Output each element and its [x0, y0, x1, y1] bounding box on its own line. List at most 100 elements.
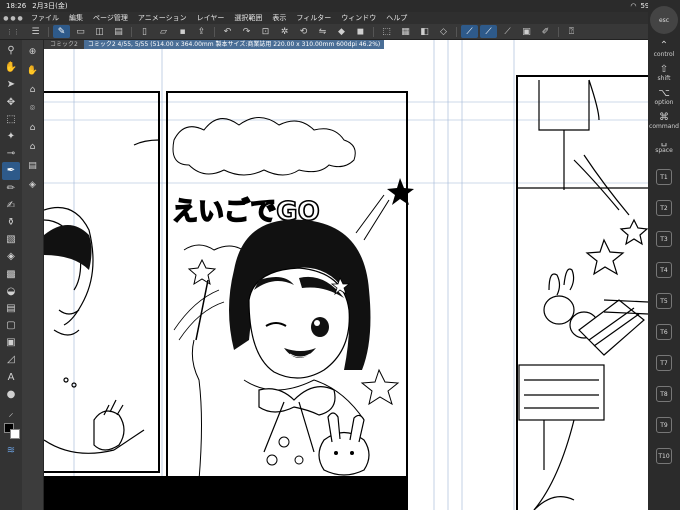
custom-button-t1[interactable]: T1	[656, 169, 672, 185]
divider	[456, 26, 457, 37]
subtool-zoom-icon[interactable]: ⊕	[24, 42, 42, 61]
menu-list-icon[interactable]: ☰	[27, 25, 44, 38]
sub-color-swatch[interactable]	[10, 429, 20, 440]
deselect-icon[interactable]: ▦	[397, 25, 414, 38]
command-icon: ⌘	[659, 112, 669, 123]
page-view-button[interactable]: ▭	[72, 25, 89, 38]
figure-icon[interactable]: ▢	[2, 317, 20, 334]
menu-window[interactable]: ウィンドウ	[336, 13, 381, 23]
pencil-icon[interactable]: ✏	[2, 180, 20, 197]
shift-key[interactable]: ⇧ shift	[650, 64, 678, 82]
snap-grid-icon[interactable]: ⟋	[499, 25, 516, 38]
custom-button-t9[interactable]: T9	[656, 417, 672, 433]
custom-button-t4[interactable]: T4	[656, 262, 672, 278]
esc-label: esc	[658, 16, 670, 24]
open-file-icon[interactable]: ▱	[155, 25, 172, 38]
selection-icon[interactable]: ⬚	[2, 111, 20, 128]
gradient-icon[interactable]: ▤	[2, 300, 20, 317]
custom-button-t5[interactable]: T5	[656, 293, 672, 309]
ruler-tool-icon[interactable]: ◿	[2, 351, 20, 368]
menu-edit[interactable]: 編集	[64, 13, 88, 23]
command-bar: ⋮⋮ ☰ ✎ ▭ ◫ ▤ ▯ ▱ ▪ ⇪ ↶ ↷ ⊡ ✲ ⟲ ⇋ ◆ ◼ ⬚ ▦…	[0, 24, 648, 40]
menu-filter[interactable]: フィルター	[291, 13, 336, 23]
correct-line-icon[interactable]: ⸝	[2, 403, 20, 420]
esc-key[interactable]: esc	[650, 6, 678, 34]
blend-icon[interactable]: ▩	[2, 265, 20, 282]
airbrush-icon[interactable]: ⚱	[2, 214, 20, 231]
clear-icon[interactable]: ◆	[333, 25, 350, 38]
document-tab-name[interactable]: コミック2	[44, 40, 84, 49]
custom-button-t6[interactable]: T6	[656, 324, 672, 340]
stroke-icon[interactable]: ≋	[2, 442, 20, 459]
menu-layer[interactable]: レイヤー	[192, 13, 230, 23]
reference-icon[interactable]: ▣	[518, 25, 535, 38]
color-chips[interactable]	[2, 422, 20, 442]
subtool-drop-icon[interactable]: ⌾	[24, 99, 42, 118]
subtool-house3-icon[interactable]: ⌂	[24, 137, 42, 156]
balloon-icon[interactable]: ●	[2, 386, 20, 403]
filmstrip-button[interactable]: ▤	[110, 25, 127, 38]
custom-button-t3[interactable]: T3	[656, 231, 672, 247]
pen-tool-button[interactable]: ✎	[53, 25, 70, 38]
hand-icon[interactable]: ✋	[2, 59, 20, 76]
menu-help[interactable]: ヘルプ	[381, 13, 412, 23]
settings-icon[interactable]: ✲	[276, 25, 293, 38]
snap-special-ruler-icon[interactable]: ⟋	[480, 25, 497, 38]
new-file-icon[interactable]: ▯	[136, 25, 153, 38]
divider	[558, 26, 559, 37]
transform-icon[interactable]: ⊡	[257, 25, 274, 38]
invert-selection-icon[interactable]: ◧	[416, 25, 433, 38]
canvas-area[interactable]: えいごでGO	[44, 40, 648, 510]
handle-icon: ⋮⋮	[6, 27, 20, 36]
menu-animation[interactable]: アニメーション	[133, 13, 192, 23]
command-key[interactable]: ⌘ command	[649, 112, 679, 130]
subtool-hand-icon[interactable]: ✋	[24, 61, 42, 80]
menu-file[interactable]: ファイル	[26, 13, 64, 23]
subtool-house2-icon[interactable]: ⌂	[24, 118, 42, 137]
custom-button-t10[interactable]: T10	[656, 448, 672, 464]
control-label: control	[653, 51, 675, 58]
menu-selection[interactable]: 選択範囲	[229, 13, 267, 23]
save-icon[interactable]: ▪	[174, 25, 191, 38]
help-icon[interactable]: ⍰	[563, 25, 580, 38]
document-tab[interactable]: コミック2 コミック2 4/55, 5/55 (514.00 x 364.00m…	[44, 40, 385, 49]
auto-select-icon[interactable]: ✦	[2, 128, 20, 145]
subtool-house-icon[interactable]: ⌂	[24, 80, 42, 99]
move-layer-icon[interactable]: ✥	[2, 94, 20, 111]
operation-icon[interactable]: ➤	[2, 76, 20, 93]
option-key[interactable]: ⌥ option	[650, 88, 678, 106]
shape-icon[interactable]: ◇	[435, 25, 452, 38]
control-key[interactable]: ⌃ control	[650, 40, 678, 58]
text-icon[interactable]: A	[2, 369, 20, 386]
custom-button-t7[interactable]: T7	[656, 355, 672, 371]
eyedropper-icon[interactable]: ⊸	[2, 145, 20, 162]
select-all-icon[interactable]: ⬚	[378, 25, 395, 38]
subtool-layer-icon[interactable]: ▤	[24, 156, 42, 175]
eraser-icon[interactable]: ◈	[2, 248, 20, 265]
redo-icon[interactable]: ↷	[238, 25, 255, 38]
subtool-stack-icon[interactable]: ◈	[24, 175, 42, 194]
flip-icon[interactable]: ⇋	[314, 25, 331, 38]
export-icon[interactable]: ⇪	[193, 25, 210, 38]
menu-view[interactable]: 表示	[267, 13, 291, 23]
zoom-icon[interactable]: ⚲	[2, 42, 20, 59]
ruler-icon[interactable]: ✐	[537, 25, 554, 38]
sub-tool-column: ⊕ ✋ ⌂ ⌾ ⌂ ⌂ ▤ ◈	[22, 40, 44, 510]
app-menu-icon[interactable]: ● ● ●	[0, 15, 26, 22]
pen-icon[interactable]: ✒	[2, 162, 20, 180]
custom-button-t2[interactable]: T2	[656, 200, 672, 216]
space-key[interactable]: ␣ space	[650, 136, 678, 154]
canvas-artwork[interactable]: えいごでGO	[44, 40, 648, 510]
undo-icon[interactable]: ↶	[219, 25, 236, 38]
bottom-black-band	[44, 476, 408, 510]
decoration-icon[interactable]: ▧	[2, 231, 20, 248]
fill-icon[interactable]: ◼	[352, 25, 369, 38]
rotate-icon[interactable]: ⟲	[295, 25, 312, 38]
fill-tool-icon[interactable]: ◒	[2, 283, 20, 300]
custom-button-t8[interactable]: T8	[656, 386, 672, 402]
menu-page[interactable]: ページ管理	[88, 13, 133, 23]
brush-icon[interactable]: ✍	[2, 197, 20, 214]
spread-view-button[interactable]: ◫	[91, 25, 108, 38]
frame-border-icon[interactable]: ▣	[2, 334, 20, 351]
snap-ruler-icon[interactable]: ⟋	[461, 25, 478, 38]
